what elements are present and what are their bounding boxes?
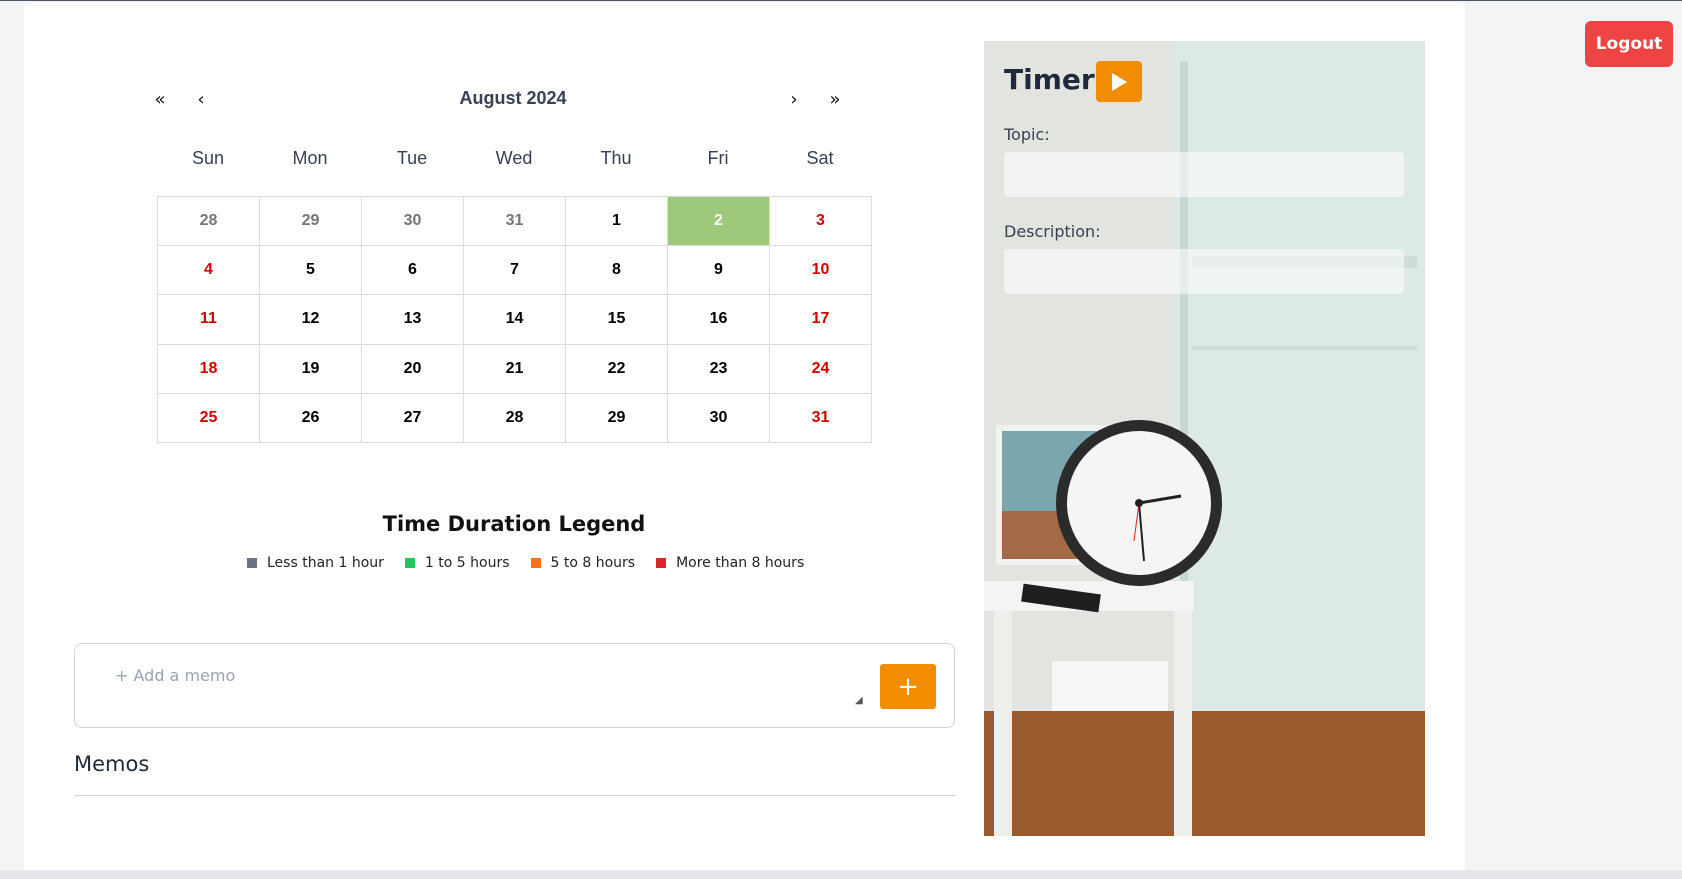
weekday-label: Sat [806,148,834,168]
prev-year-button[interactable]: « [147,86,173,112]
calendar-day[interactable]: 30 [362,197,464,247]
legend-swatch [530,558,541,568]
legend-item: Less than 1 hour [247,555,384,571]
legend-label: 1 to 5 hours [424,555,510,571]
topic-label: Topic: [1004,125,1050,144]
memo-input[interactable] [113,664,877,712]
calendar-day[interactable]: 4 [158,246,260,296]
calendar-day[interactable]: 28 [158,197,260,247]
month-label[interactable]: August 2024 [400,88,626,109]
memos-heading: Memos [74,752,150,776]
calendar-day[interactable]: 27 [362,393,464,443]
memo-form: ◢ + [74,643,955,728]
calendar-day[interactable]: 31 [770,393,872,443]
weekday-label: Mon [292,148,328,168]
calendar-day[interactable]: 29 [566,393,668,443]
description-input[interactable] [1004,249,1404,294]
calendar-day[interactable]: 16 [668,295,770,345]
resize-handle-icon[interactable]: ◢ [855,695,863,706]
legend-swatch [404,558,415,568]
next-year-button[interactable]: » [822,86,848,112]
calendar-day[interactable]: 5 [260,246,362,296]
calendar-day[interactable]: 12 [260,295,362,345]
calendar-day[interactable]: 26 [260,393,362,443]
legend-item: 1 to 5 hours [404,555,510,571]
calendar-day[interactable]: 15 [566,295,668,345]
calendar-day[interactable]: 6 [362,246,464,296]
start-timer-button[interactable] [1096,61,1142,102]
calendar-day[interactable]: 24 [770,344,872,394]
calendar-day[interactable]: 10 [770,246,872,296]
calendar-day[interactable]: 1 [566,197,668,247]
legend-label: 5 to 8 hours [550,555,636,571]
calendar-day[interactable]: 7 [464,246,566,296]
legend-swatch [656,558,667,568]
bottom-scrollbar [0,870,1682,879]
legend-label: Less than 1 hour [267,555,384,571]
description-label: Description: [1004,222,1101,241]
calendar-day[interactable]: 19 [260,344,362,394]
weekday-label: Fri [707,148,729,168]
timer-title: Timer [1004,63,1095,96]
calendar-day[interactable]: 29 [260,197,362,247]
legend-item: 5 to 8 hours [530,555,636,571]
weekday-label: Sun [191,148,225,168]
calendar-day[interactable]: 11 [158,295,260,345]
calendar-day[interactable]: 9 [668,246,770,296]
prev-month-button[interactable]: ‹ [188,86,214,112]
calendar-day[interactable]: 17 [770,295,872,345]
weekday-label: Thu [600,148,632,168]
weekday-label: Wed [495,148,533,168]
memos-divider [74,795,955,796]
calendar-day[interactable]: 18 [158,344,260,394]
legend-label: More than 8 hours [676,555,805,571]
calendar-day-selected[interactable]: 2 [668,197,770,247]
legend-swatch [247,558,257,568]
timer-panel: Timer Topic: Description: [984,41,1425,836]
legend-title: Time Duration Legend [382,512,646,536]
logout-button[interactable]: Logout [1585,21,1673,67]
calendar-day[interactable]: 20 [362,344,464,394]
weekday-header: Sun Mon Tue Wed Thu Fri Sat [157,148,871,169]
add-memo-button[interactable]: + [880,664,936,709]
calendar-day[interactable]: 14 [464,295,566,345]
legend: Less than 1 hour 1 to 5 hours 5 to 8 hou… [247,555,825,571]
calendar-day[interactable]: 21 [464,344,566,394]
calendar-grid: 28 29 30 31 1 2 3 4 5 6 7 8 9 10 11 12 13 14 15 16 17 18 19 20 2… [157,196,872,443]
next-month-button[interactable]: › [781,86,807,112]
top-border [0,0,1682,1]
legend-item: More than 8 hours [656,555,804,571]
calendar-day[interactable]: 13 [362,295,464,345]
weekday-label: Tue [396,148,428,168]
calendar-day[interactable]: 22 [566,344,668,394]
calendar-day[interactable]: 23 [668,344,770,394]
calendar-day[interactable]: 30 [668,393,770,443]
calendar-day[interactable]: 25 [158,393,260,443]
topic-input[interactable] [1004,152,1404,197]
calendar-day[interactable]: 3 [770,197,872,247]
calendar-day[interactable]: 31 [464,197,566,247]
calendar-day[interactable]: 28 [464,393,566,443]
calendar-day[interactable]: 8 [566,246,668,296]
play-icon [1112,72,1127,91]
